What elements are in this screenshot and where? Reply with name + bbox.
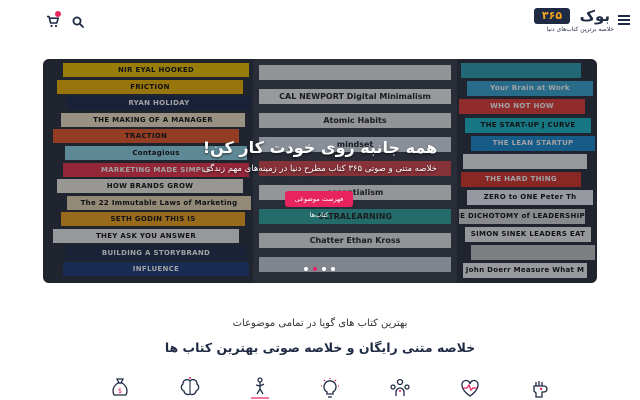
brain-icon[interactable]: [178, 376, 202, 400]
cart-badge: [55, 11, 61, 17]
svg-text:$: $: [118, 387, 122, 395]
slider-dot[interactable]: [304, 267, 308, 271]
section-title: خلاصه متنی رایگان و خلاصه صوتی بهترین کت…: [164, 340, 476, 355]
lightbulb-icon[interactable]: [318, 376, 342, 400]
menu-icon[interactable]: [618, 15, 630, 25]
category-icons: $: [92, 376, 552, 400]
logo-tagline: خلاصه برترین کتاب‌های دنیا: [546, 26, 614, 33]
logo-badge: ۳۶۵: [534, 8, 570, 24]
heartbeat-icon[interactable]: [458, 376, 482, 400]
slider-dot[interactable]: [331, 267, 335, 271]
section-subtitle: بهترین کتاب های گویا در تمامی موضوعات: [232, 318, 408, 329]
site-logo[interactable]: ۳۶۵ بوک خلاصه برترین کتاب‌های دنیا: [534, 7, 614, 36]
topics-list-button[interactable]: فهرست موضوعی کتاب‌ها: [285, 191, 353, 219]
logo-word: بوک: [579, 7, 610, 25]
climbing-icon[interactable]: [248, 376, 272, 400]
search-icon[interactable]: [72, 16, 84, 28]
site-header: ۳۶۵ بوک خلاصه برترین کتاب‌های دنیا: [0, 0, 640, 44]
slider-dot[interactable]: [322, 267, 326, 271]
hero-banner: NIR EYAL HOOKED FRICTION RYAN HOLIDAY THE M…: [43, 59, 597, 283]
slider-dot[interactable]: [313, 267, 317, 271]
people-icon[interactable]: [388, 376, 412, 400]
money-bag-icon[interactable]: $: [108, 376, 132, 400]
fist-icon[interactable]: [528, 376, 552, 400]
hero-subtitle: خلاصه متنی و صوتی ۳۶۵ کتاب مطرح دنیا در …: [203, 164, 437, 174]
hero-title: همه جانبه روی خودت کار کن!: [202, 138, 438, 157]
